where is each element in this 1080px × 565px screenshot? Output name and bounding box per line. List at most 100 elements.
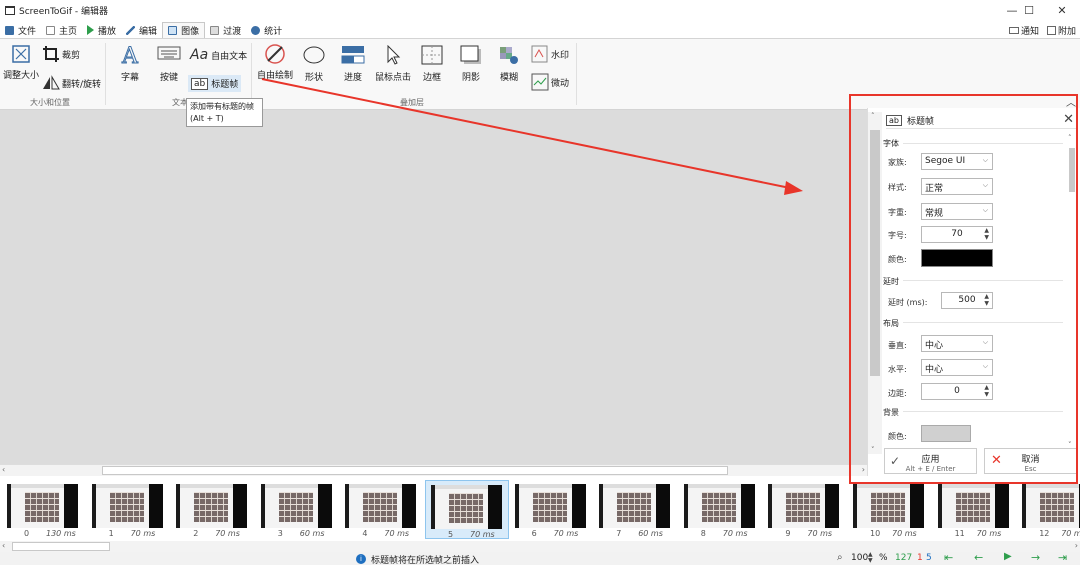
tab-home[interactable]: 主页 <box>41 22 82 38</box>
font-color-swatch[interactable] <box>921 249 993 267</box>
progress-button[interactable]: 进度 <box>340 45 366 83</box>
scroll-left-icon[interactable]: ‹ <box>2 465 5 474</box>
margin-stepper[interactable]: 0 ▲ ▼ <box>921 383 993 400</box>
frame-index: 7 <box>616 529 622 538</box>
font-size-stepper[interactable]: 70 ▲ ▼ <box>921 226 993 243</box>
zoom-icon: ⌕ <box>837 552 843 563</box>
frame-thumbnail[interactable]: 5 70 ms <box>425 480 509 539</box>
previous-frame-icon[interactable]: ← <box>974 551 983 564</box>
attach-button[interactable]: 附加 <box>1046 24 1076 37</box>
close-panel-icon[interactable]: ✕ <box>1063 112 1074 127</box>
collapse-panel-icon[interactable]: ︿ <box>1066 94 1076 109</box>
apply-button[interactable]: ✓ 应用 Alt + E / Enter <box>884 448 977 474</box>
shadow-button[interactable]: 阴影 <box>459 45 483 83</box>
mouse-clicks-button[interactable]: 鼠标点击 <box>373 44 413 83</box>
frame-delay: 70 ms <box>976 529 1002 538</box>
canvas-horizontal-scrollbar[interactable]: ‹ › <box>0 464 867 476</box>
delay-stepper[interactable]: 500 ▲ ▼ <box>941 292 993 309</box>
info-icon <box>251 25 261 35</box>
vertical-label: 垂直: <box>888 341 907 350</box>
frame-thumbnail[interactable]: 8 70 ms <box>679 480 763 539</box>
font-style-select[interactable]: 正常 ⌵ <box>921 178 993 195</box>
spinner-arrows-icon[interactable]: ▲ ▼ <box>984 384 989 398</box>
cinemagraph-button[interactable]: 微动 <box>531 73 569 91</box>
frame-thumbnail[interactable]: 11 70 ms <box>933 480 1017 539</box>
frame-thumbnail[interactable]: 9 70 ms <box>763 480 847 539</box>
close-button[interactable]: ✕ <box>1044 0 1080 20</box>
tab-file[interactable]: 文件 <box>0 22 41 38</box>
scrollbar-thumb[interactable] <box>12 542 110 551</box>
zoom-spinner-icon[interactable]: ▲ ▼ <box>868 552 873 564</box>
next-frame-icon[interactable]: → <box>1031 551 1040 564</box>
scrollbar-thumb[interactable] <box>1069 148 1075 192</box>
tab-playback[interactable]: 播放 <box>82 22 121 38</box>
play-icon[interactable]: ▶ <box>1004 551 1012 562</box>
frame-thumbnail[interactable]: 0 130 ms <box>2 480 86 539</box>
zoom-value[interactable]: 100 <box>851 553 868 563</box>
frame-thumbnail[interactable]: 3 60 ms <box>256 480 340 539</box>
spinner-arrows-icon[interactable]: ▲ ▼ <box>984 293 989 307</box>
scroll-up-icon[interactable]: ˄ <box>1068 134 1072 142</box>
attach-label: 附加 <box>1057 26 1076 37</box>
flip-rotate-button[interactable]: 翻转/旋转 <box>42 75 101 91</box>
watermark-button[interactable]: 水印 <box>531 45 569 63</box>
divider <box>903 280 1063 281</box>
scroll-right-icon[interactable]: › <box>1075 541 1078 550</box>
crop-button[interactable]: 裁剪 <box>42 45 80 63</box>
panel-inner-scrollbar[interactable]: ˄ ˅ <box>1067 134 1077 449</box>
frame-thumbnail[interactable]: 6 70 ms <box>510 480 594 539</box>
frame-index: 1 <box>108 529 114 538</box>
frame-thumbnail[interactable]: 12 70 ms <box>1017 480 1080 539</box>
scroll-right-icon[interactable]: › <box>862 465 865 474</box>
font-weight-select[interactable]: 常规 ⌵ <box>921 203 993 220</box>
border-button[interactable]: 边框 <box>420 45 444 83</box>
crop-label: 裁剪 <box>62 50 81 61</box>
resize-button[interactable]: 调整大小 <box>2 43 40 81</box>
last-frame-icon[interactable]: ⇥ <box>1058 551 1067 564</box>
maximize-button[interactable]: ☐ <box>1011 0 1047 20</box>
first-frame-icon[interactable]: ⇤ <box>944 551 953 564</box>
tab-transitions[interactable]: 过渡 <box>205 22 246 38</box>
tab-edit[interactable]: 编辑 <box>121 22 162 38</box>
blur-button[interactable]: 模糊 <box>497 45 521 83</box>
frame-thumbnail[interactable]: 4 70 ms <box>340 480 424 539</box>
free-drawing-button[interactable]: 自由绘制 <box>256 43 294 81</box>
frame-delay: 70 ms <box>553 529 579 538</box>
shape-button[interactable]: 形状 <box>301 45 327 83</box>
group-overlay: 叠加层 <box>400 98 424 107</box>
tab-statistics[interactable]: 统计 <box>246 22 287 38</box>
vertical-align-select[interactable]: 中心 ⌵ <box>921 335 993 352</box>
caption-icon: A <box>121 44 140 70</box>
horizontal-align-select[interactable]: 中心 ⌵ <box>921 359 993 376</box>
frame-thumbnail[interactable]: 1 70 ms <box>87 480 171 539</box>
ribbon: 调整大小 裁剪 翻转/旋转 大小和位置 A 字幕 按键 Aa 自由文本 ab 标… <box>0 38 1080 110</box>
ellipse-icon <box>303 46 325 64</box>
frame-thumbnail[interactable]: 7 60 ms <box>594 480 678 539</box>
title-frame-button[interactable]: ab 标题帧 <box>188 75 242 92</box>
cursor-icon <box>387 44 401 65</box>
scrollbar-thumb[interactable] <box>102 466 728 475</box>
frame-index: 10 <box>870 529 881 538</box>
frame-canvas[interactable] <box>0 110 867 464</box>
scrollbar-thumb[interactable] <box>870 130 880 376</box>
key-strokes-button[interactable]: 按键 <box>155 45 183 83</box>
frame-thumbnail[interactable]: 10 70 ms <box>848 480 932 539</box>
background-color-swatch[interactable] <box>921 425 971 442</box>
frame-delay: 70 ms <box>215 529 240 538</box>
frame-thumbnail[interactable]: 2 70 ms <box>171 480 255 539</box>
attach-icon <box>1046 25 1056 35</box>
panel-outer-scrollbar[interactable]: ˄ ˅ <box>868 112 882 454</box>
scroll-up-icon[interactable]: ˄ <box>871 112 875 120</box>
tab-image[interactable]: 图像 <box>162 22 206 38</box>
frame-preview-image <box>514 484 586 528</box>
cancel-button[interactable]: ✕ 取消 Esc <box>984 448 1077 474</box>
font-family-select[interactable]: Segoe UI ⌵ <box>921 153 993 170</box>
scroll-left-icon[interactable]: ‹ <box>2 541 5 550</box>
caption-button[interactable]: A 字幕 <box>116 43 144 84</box>
scroll-down-icon[interactable]: ˅ <box>871 446 875 454</box>
separator <box>105 43 106 105</box>
strip-scrollbar[interactable]: ‹ › <box>0 541 1080 552</box>
notifications-button[interactable]: 通知 <box>1008 24 1039 37</box>
spinner-arrows-icon[interactable]: ▲ ▼ <box>984 227 989 241</box>
free-text-button[interactable]: Aa 自由文本 <box>190 47 247 63</box>
